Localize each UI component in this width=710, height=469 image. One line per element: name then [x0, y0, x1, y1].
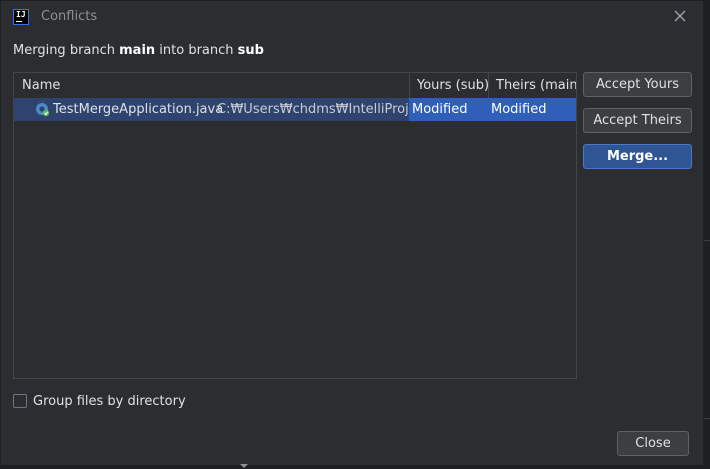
accept-yours-button[interactable]: Accept Yours — [583, 72, 692, 97]
dialog-title: Conflicts — [41, 9, 98, 24]
file-path: C:₩Users₩chdms₩IntelliProject₩ — [217, 102, 409, 117]
divider — [704, 240, 710, 241]
row-status-cells[interactable]: Modified Modified — [409, 98, 576, 121]
chevron-down-icon — [240, 464, 248, 468]
merge-description-prefix: Merging branch — [13, 43, 120, 58]
table-row[interactable]: TestMergeApplication.java C:₩Users₩chdms… — [14, 98, 576, 121]
title-bar[interactable]: IJ Conflicts — [1, 1, 703, 33]
background-window-edge — [704, 0, 710, 469]
target-branch: sub — [237, 43, 264, 58]
column-header-theirs[interactable]: Theirs (main) — [496, 73, 576, 98]
merge-description-middle: into branch — [155, 43, 238, 58]
conflicts-table: Name Yours (sub) Theirs (main) TestMerge… — [13, 72, 577, 379]
theirs-status: Modified — [491, 102, 547, 117]
group-by-directory-checkbox[interactable] — [13, 394, 27, 408]
file-name: TestMergeApplication.java — [53, 102, 224, 117]
source-branch: main — [119, 43, 156, 58]
column-header-name[interactable]: Name — [22, 73, 60, 98]
column-header-yours[interactable]: Yours (sub) — [417, 73, 489, 98]
merge-button[interactable]: Merge... — [583, 144, 692, 169]
column-divider[interactable] — [488, 73, 489, 98]
close-button[interactable]: Close — [617, 431, 689, 456]
group-by-directory-label[interactable]: Group files by directory — [33, 394, 186, 410]
yours-status: Modified — [412, 102, 468, 117]
close-icon[interactable] — [671, 7, 689, 25]
row-name-cell[interactable]: TestMergeApplication.java C:₩Users₩chdms… — [14, 98, 409, 121]
app-icon-underline — [16, 21, 22, 22]
table-header: Name Yours (sub) Theirs (main) — [14, 73, 576, 98]
java-class-icon — [36, 103, 50, 117]
app-icon-text: IJ — [16, 10, 26, 19]
intellij-app-icon: IJ — [13, 9, 29, 25]
conflicts-dialog: IJ Conflicts Merging branch main into br… — [0, 0, 704, 466]
column-divider[interactable] — [409, 73, 410, 98]
divider — [704, 418, 710, 419]
merge-description: Merging branch main into branch sub — [13, 43, 264, 58]
accept-theirs-button[interactable]: Accept Theirs — [583, 108, 692, 133]
